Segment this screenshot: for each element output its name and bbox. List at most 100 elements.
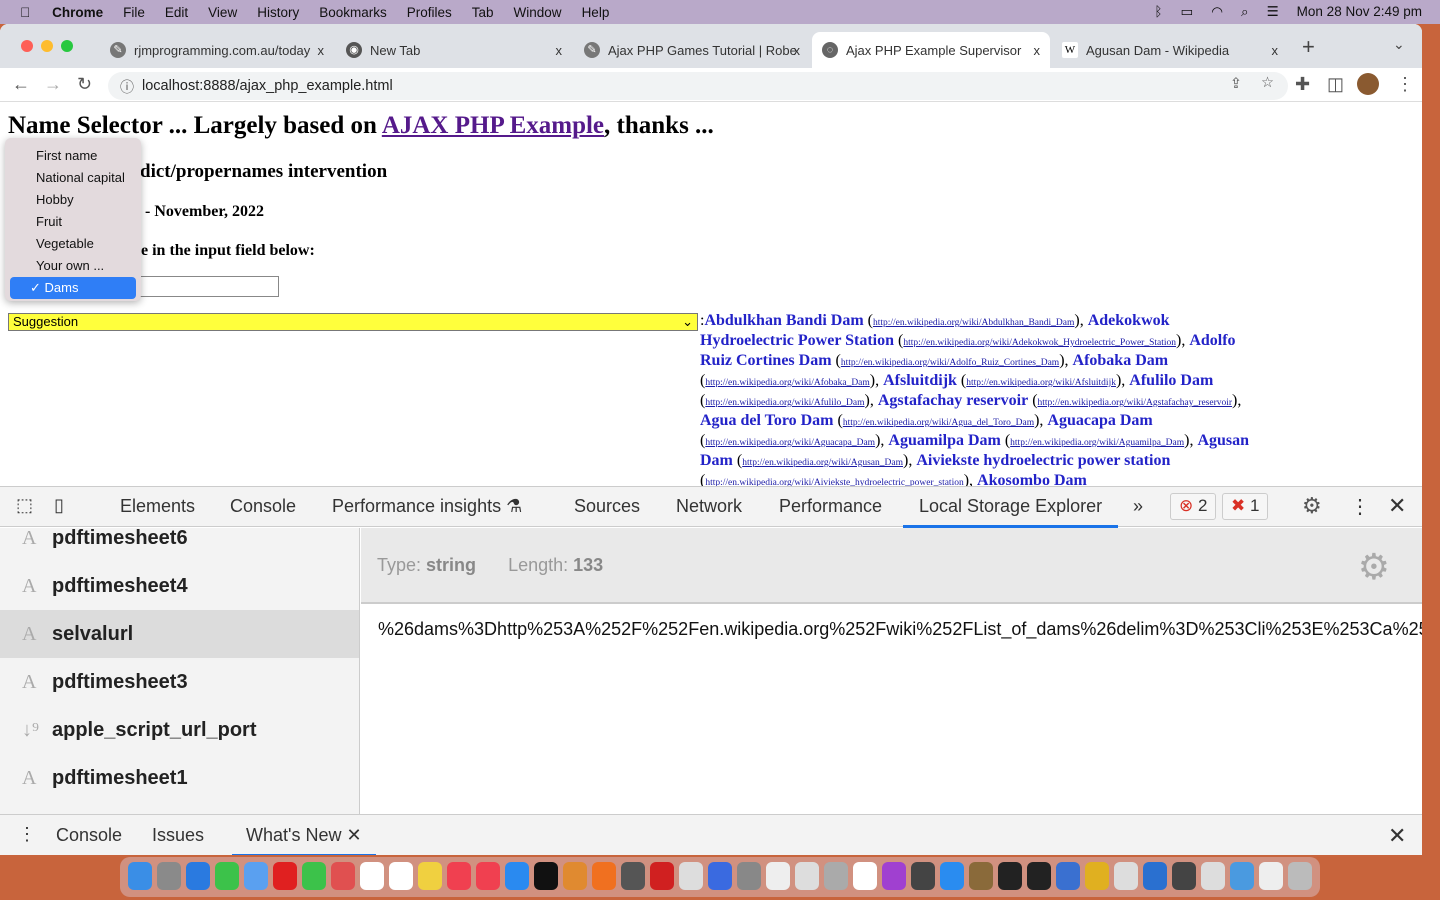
inspect-element-icon[interactable]: ⬚ <box>16 495 33 516</box>
drawer-tab-console[interactable]: Console <box>56 825 122 846</box>
dock-app-icon[interactable] <box>128 862 152 890</box>
dam-name-link[interactable]: Afsluitdijk <box>883 372 957 389</box>
dock-app-icon[interactable] <box>273 862 297 890</box>
dam-name-link[interactable]: Agua del Toro Dam <box>700 412 834 429</box>
dock-app-icon[interactable] <box>215 862 239 890</box>
close-devtools-icon[interactable]: ✕ <box>1388 493 1406 519</box>
more-tabs-button[interactable]: » <box>1133 496 1143 517</box>
close-tab-icon[interactable]: x <box>556 43 563 58</box>
menu-file[interactable]: File <box>123 5 145 20</box>
issues-badge[interactable]: ✖ 1 <box>1222 493 1269 520</box>
menu-edit[interactable]: Edit <box>165 5 188 20</box>
menu-tab[interactable]: Tab <box>472 5 494 20</box>
tab-agusan-dam[interactable]: W Agusan Dam - Wikipedia x <box>1052 32 1288 68</box>
tab-ajax-php-example[interactable]: ◌ Ajax PHP Example Supervisor x <box>812 32 1050 68</box>
dock-app-icon[interactable] <box>679 862 703 890</box>
dropdown-option[interactable]: Hobby <box>10 189 136 211</box>
tab-rjmprogramming[interactable]: ✎ rjmprogramming.com.au/today x <box>100 32 334 68</box>
storage-key-item[interactable]: Apdftimesheet1 <box>0 754 359 802</box>
tab-ajax-games[interactable]: ✎ Ajax PHP Games Tutorial | Robe x <box>574 32 810 68</box>
dock-app-icon[interactable] <box>1114 862 1138 890</box>
dock-app-icon[interactable] <box>882 862 906 890</box>
dam-url-link[interactable]: http://en.wikipedia.org/wiki/Agstafachay… <box>1038 398 1233 408</box>
dock-app-icon[interactable] <box>1056 862 1080 890</box>
dam-url-link[interactable]: http://en.wikipedia.org/wiki/Aguamilpa_D… <box>1010 438 1184 448</box>
dock-app-icon[interactable] <box>476 862 500 890</box>
devtools-tab-performance-insights[interactable]: Performance insights ⚗ <box>332 496 522 517</box>
menu-view[interactable]: View <box>208 5 237 20</box>
dock-app-icon[interactable] <box>737 862 761 890</box>
dock-app-icon[interactable] <box>447 862 471 890</box>
menu-help[interactable]: Help <box>582 5 610 20</box>
dock-app-icon[interactable] <box>592 862 616 890</box>
storage-key-item[interactable]: Apdftimesheet4 <box>0 562 359 610</box>
dock-app-icon[interactable] <box>911 862 935 890</box>
drawer-tab-issues[interactable]: Issues <box>152 825 204 846</box>
ajax-php-example-link[interactable]: AJAX PHP Example <box>382 112 604 139</box>
errors-badge[interactable]: ⊗ 2 <box>1170 493 1217 520</box>
storage-key-item[interactable]: Apdftimesheet3 <box>0 658 359 706</box>
dam-name-link[interactable]: Abdulkhan Bandi Dam <box>704 312 863 329</box>
devtools-tab-network[interactable]: Network <box>676 496 742 517</box>
dam-url-link[interactable]: http://en.wikipedia.org/wiki/Afobaka_Dam <box>705 378 869 388</box>
dock-app-icon[interactable] <box>969 862 993 890</box>
dropdown-option[interactable]: ✓ Dams <box>10 277 136 299</box>
dam-url-link[interactable]: http://en.wikipedia.org/wiki/Afsluitdijk <box>966 378 1116 388</box>
suggestion-select[interactable]: Suggestion ⌄ <box>8 313 698 331</box>
minimize-window-button[interactable] <box>41 40 53 52</box>
dam-url-link[interactable]: http://en.wikipedia.org/wiki/Afulilo_Dam <box>705 398 864 408</box>
dock-app-icon[interactable] <box>360 862 384 890</box>
devtools-tab-console[interactable]: Console <box>230 496 296 517</box>
devtools-tab-performance[interactable]: Performance <box>779 496 882 517</box>
dock-app-icon[interactable] <box>505 862 529 890</box>
dock-app-icon[interactable] <box>795 862 819 890</box>
dam-url-link[interactable]: http://en.wikipedia.org/wiki/Aiviekste_h… <box>705 478 963 486</box>
settings-gear-icon[interactable]: ⚙ <box>1302 493 1322 519</box>
reload-icon[interactable]: ↻ <box>77 74 92 95</box>
dock-app-icon[interactable] <box>650 862 674 890</box>
dam-name-link[interactable]: Aguacapa Dam <box>1047 412 1152 429</box>
profile-avatar[interactable] <box>1357 73 1379 95</box>
device-toolbar-icon[interactable]: ▯ <box>54 495 64 516</box>
close-tab-icon[interactable]: x <box>318 43 325 58</box>
apple-icon[interactable]:  <box>20 5 30 20</box>
address-bar[interactable]: ⓘ localhost:8888/ajax_php_example.html ⇪… <box>108 72 1288 100</box>
dock-app-icon[interactable] <box>302 862 326 890</box>
dock-app-icon[interactable] <box>244 862 268 890</box>
dock-app-icon[interactable] <box>998 862 1022 890</box>
side-panel-icon[interactable]: ◫ <box>1327 74 1344 95</box>
storage-key-item[interactable]: ↓⁹ apple_script_url_port <box>0 706 359 754</box>
spotlight-icon[interactable]: ⌕ <box>1241 4 1249 20</box>
menu-bookmarks[interactable]: Bookmarks <box>319 5 387 20</box>
name-input[interactable] <box>140 276 279 297</box>
zoom-window-button[interactable] <box>61 40 73 52</box>
devtools-tab-local-storage-explorer[interactable]: Local Storage Explorer <box>903 496 1119 528</box>
bookmark-star-icon[interactable]: ☆ <box>1261 75 1274 91</box>
dam-url-link[interactable]: http://en.wikipedia.org/wiki/Adolfo_Ruiz… <box>841 358 1059 368</box>
dock-app-icon[interactable] <box>824 862 848 890</box>
dropdown-option[interactable]: First name <box>10 145 136 167</box>
dropdown-option[interactable]: Vegetable <box>10 233 136 255</box>
close-tab-icon[interactable]: x <box>794 43 801 58</box>
more-menu-icon[interactable]: ⋮ <box>1396 74 1414 95</box>
dam-url-link[interactable]: http://en.wikipedia.org/wiki/Agua_del_To… <box>843 418 1034 428</box>
value-settings-gear-icon[interactable]: ⚙ <box>1358 546 1390 588</box>
battery-icon[interactable]: ▭ <box>1180 4 1193 20</box>
menu-history[interactable]: History <box>257 5 299 20</box>
forward-icon[interactable]: → <box>44 74 62 95</box>
dock-app-icon[interactable] <box>1172 862 1196 890</box>
bluetooth-icon[interactable]: ᛒ <box>1154 4 1162 20</box>
dock-app-icon[interactable] <box>157 862 181 890</box>
dam-name-link[interactable]: Aiviekste hydroelectric power station <box>916 452 1170 469</box>
dam-url-link[interactable]: http://en.wikipedia.org/wiki/Agusan_Dam <box>742 458 903 468</box>
dock-app-icon[interactable] <box>940 862 964 890</box>
dock-app-icon[interactable] <box>621 862 645 890</box>
storage-key-item[interactable]: Aselvalurl <box>0 610 359 658</box>
new-tab-button[interactable]: + <box>1302 34 1315 60</box>
more-options-icon[interactable]: ⋮ <box>1350 494 1370 519</box>
storage-value-text[interactable]: %26dams%3Dhttp%253A%252F%252Fen.wikipedi… <box>378 619 1422 640</box>
dock-app-icon[interactable] <box>853 862 877 890</box>
dock-app-icon[interactable] <box>1143 862 1167 890</box>
dam-url-link[interactable]: http://en.wikipedia.org/wiki/Adekokwok_H… <box>903 338 1176 348</box>
dock-app-icon[interactable] <box>186 862 210 890</box>
